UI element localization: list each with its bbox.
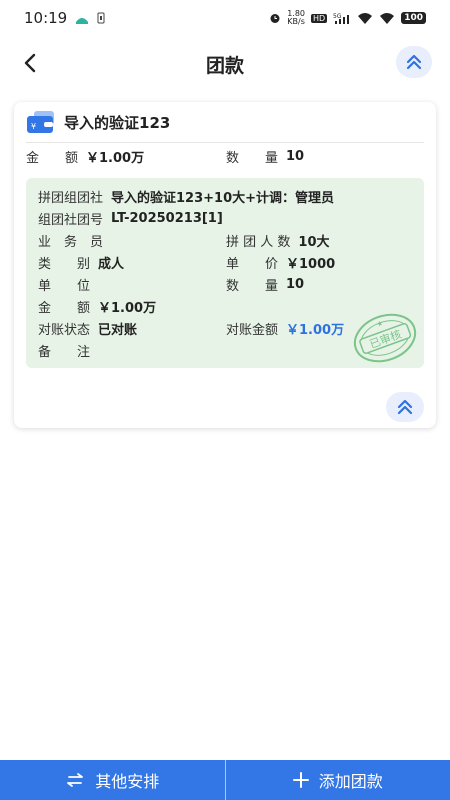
agency-label: 拼团组团社 [38,190,104,206]
svg-text:★: ★ [376,319,385,329]
group-no-value: LT-20250213[1] [111,210,223,226]
bottom-action-bar: 其他安排 添加团款 [0,760,450,800]
summary-qty-label: 数 量 [226,150,279,166]
amount-value: ￥1.00万 [98,300,157,316]
wallet-icon: ¥ [27,111,54,133]
collapse-all-button[interactable] [396,46,432,78]
signal-5g-icon: 5G [333,12,351,24]
qty-label: 数 量 [226,278,279,294]
price-label: 单 价 [226,256,279,272]
category-label: 类 别 [38,256,91,272]
price-value: ￥1000 [286,256,336,272]
status-time: 10:19 [24,9,68,27]
status-bar: 10:19 1.80 KB/s HD 5G 100 [0,0,450,36]
alarm-icon [269,12,281,24]
card-collapse-button[interactable] [386,392,424,422]
wifi-2-icon [379,12,395,24]
nav-bar: 团款 [0,36,450,92]
salesman-label: 业 务 员 [38,234,104,250]
chevron-left-icon [24,53,36,73]
payment-card[interactable]: ¥ 导入的验证123 金 额 ￥1.00万 数 量 10 拼团组团社 导入的验证… [14,102,436,428]
summary-amount-value: ￥1.00万 [86,150,145,166]
recon-status-value: 已对账 [98,322,138,338]
double-chevron-up-icon [406,54,422,70]
other-arrangement-button[interactable]: 其他安排 [0,760,225,800]
app-notification-icon [75,12,89,24]
remark-label: 备 注 [38,344,91,360]
recon-status-label: 对账状态 [38,322,91,338]
summary-qty-value: 10 [286,148,305,164]
category-value: 成人 [98,256,125,272]
sim-icon [97,12,105,24]
people-value: 10大 [298,234,330,250]
back-button[interactable] [16,48,46,78]
double-chevron-up-icon [397,399,413,415]
amount-label: 金 额 [38,300,91,316]
battery-icon: 100 [401,12,426,24]
people-label: 拼 团 人 数 [226,234,291,250]
card-header: ¥ 导入的验证123 [14,102,436,142]
agency-value: 导入的验证123+10大+计调：管理员 [111,190,335,206]
recon-amount-value: ￥1.00万 [286,322,345,338]
svg-text:5G: 5G [333,13,342,20]
plus-icon [292,772,309,788]
unit-label: 单 位 [38,278,91,294]
add-payment-button[interactable]: 添加团款 [226,760,450,800]
svg-text:¥: ¥ [31,122,36,131]
divider [26,142,424,143]
summary-row: 金 额 ￥1.00万 数 量 10 [26,146,424,166]
detail-panel: 拼团组团社 导入的验证123+10大+计调：管理员 组团社团号 LT-20250… [26,178,424,368]
add-payment-label: 添加团款 [318,772,383,791]
summary-amount-label: 金 额 [26,150,79,166]
qty-value: 10 [286,276,305,292]
group-no-label: 组团社团号 [38,212,104,228]
network-speed: 1.80 KB/s [287,9,306,26]
approved-stamp-icon: 已审核 ★ [353,313,417,363]
recon-amount-label: 对账金额 [226,322,279,338]
hd-icon: HD [311,13,328,23]
wifi-icon [357,12,373,24]
other-arrangement-label: 其他安排 [95,772,160,791]
page-title: 团款 [205,54,244,77]
card-title: 导入的验证123 [64,113,171,132]
swap-arrows-icon [67,773,84,787]
